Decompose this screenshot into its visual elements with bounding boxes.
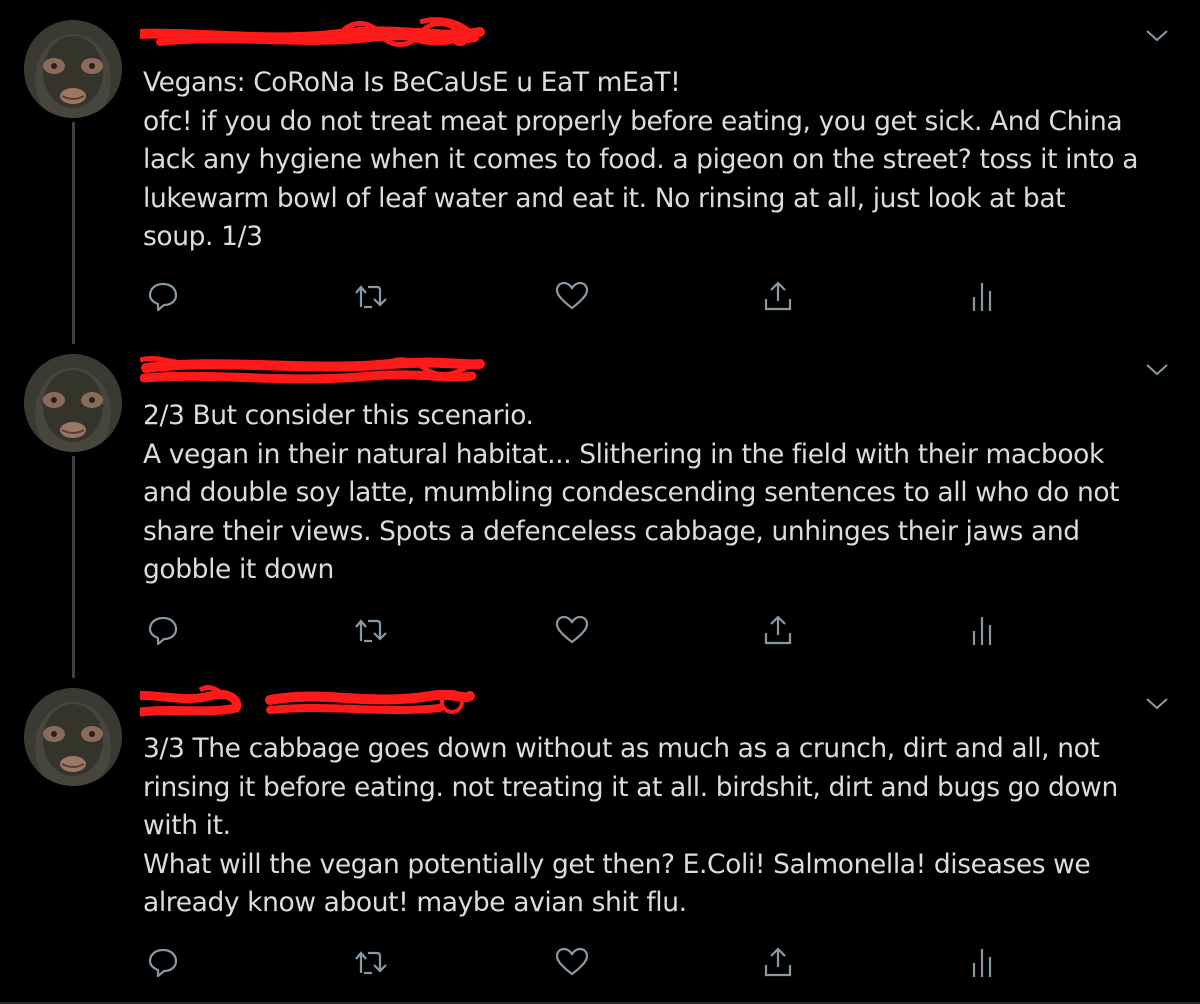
- heart-icon: [555, 281, 589, 310]
- tweet-text: Vegans: CoRoNa Is BeCaUsE u EaT mEaT! of…: [143, 67, 1139, 252]
- reply-button[interactable]: [143, 942, 183, 982]
- like-button[interactable]: [552, 610, 592, 650]
- tweet-menu-button[interactable]: [1142, 21, 1172, 51]
- like-button[interactable]: [552, 942, 592, 982]
- retweet-button[interactable]: [350, 610, 390, 650]
- reply-icon: [148, 282, 178, 312]
- reply-button[interactable]: [143, 610, 183, 650]
- chevron-down-icon: [1146, 30, 1168, 42]
- share-icon: [764, 281, 792, 311]
- analytics-button[interactable]: [962, 610, 1002, 650]
- tweet-menu-button[interactable]: [1142, 355, 1172, 385]
- chevron-down-icon: [1146, 698, 1168, 710]
- tweet-actions: [0, 610, 1200, 650]
- share-button[interactable]: [758, 942, 798, 982]
- analytics-button[interactable]: [962, 942, 1002, 982]
- tweet-2[interactable]: 2/3 But consider this scenario. A vegan …: [0, 340, 1200, 674]
- redacted-username: [140, 350, 500, 386]
- reply-button[interactable]: [143, 276, 183, 316]
- share-icon: [764, 615, 792, 645]
- retweet-icon: [355, 951, 387, 975]
- tweet-text: 3/3 The cabbage goes down without as muc…: [143, 733, 1118, 918]
- avatar[interactable]: [24, 688, 122, 786]
- tweet-1[interactable]: Vegans: CoRoNa Is BeCaUsE u EaT mEaT! of…: [0, 0, 1200, 340]
- tweet-3[interactable]: 3/3 The cabbage goes down without as muc…: [0, 674, 1200, 1004]
- chevron-down-icon: [1146, 364, 1168, 376]
- reply-icon: [148, 948, 178, 978]
- share-button[interactable]: [758, 276, 798, 316]
- retweet-icon: [355, 619, 387, 643]
- avatar[interactable]: [24, 354, 122, 452]
- analytics-icon: [972, 949, 992, 977]
- share-button[interactable]: [758, 610, 798, 650]
- like-button[interactable]: [552, 276, 592, 316]
- reply-icon: [148, 616, 178, 646]
- avatar[interactable]: [24, 20, 122, 118]
- retweet-button[interactable]: [350, 276, 390, 316]
- redacted-username: [140, 14, 500, 50]
- analytics-icon: [972, 617, 992, 645]
- tweet-text: 2/3 But consider this scenario. A vegan …: [143, 400, 1120, 585]
- redacted-username: [140, 682, 500, 718]
- share-icon: [764, 947, 792, 977]
- analytics-icon: [972, 283, 992, 311]
- analytics-button[interactable]: [962, 276, 1002, 316]
- heart-icon: [555, 615, 589, 644]
- tweet-actions: [0, 942, 1200, 982]
- tweet-menu-button[interactable]: [1142, 689, 1172, 719]
- retweet-button[interactable]: [350, 942, 390, 982]
- heart-icon: [555, 947, 589, 976]
- retweet-icon: [355, 285, 387, 309]
- tweet-actions: [0, 276, 1200, 316]
